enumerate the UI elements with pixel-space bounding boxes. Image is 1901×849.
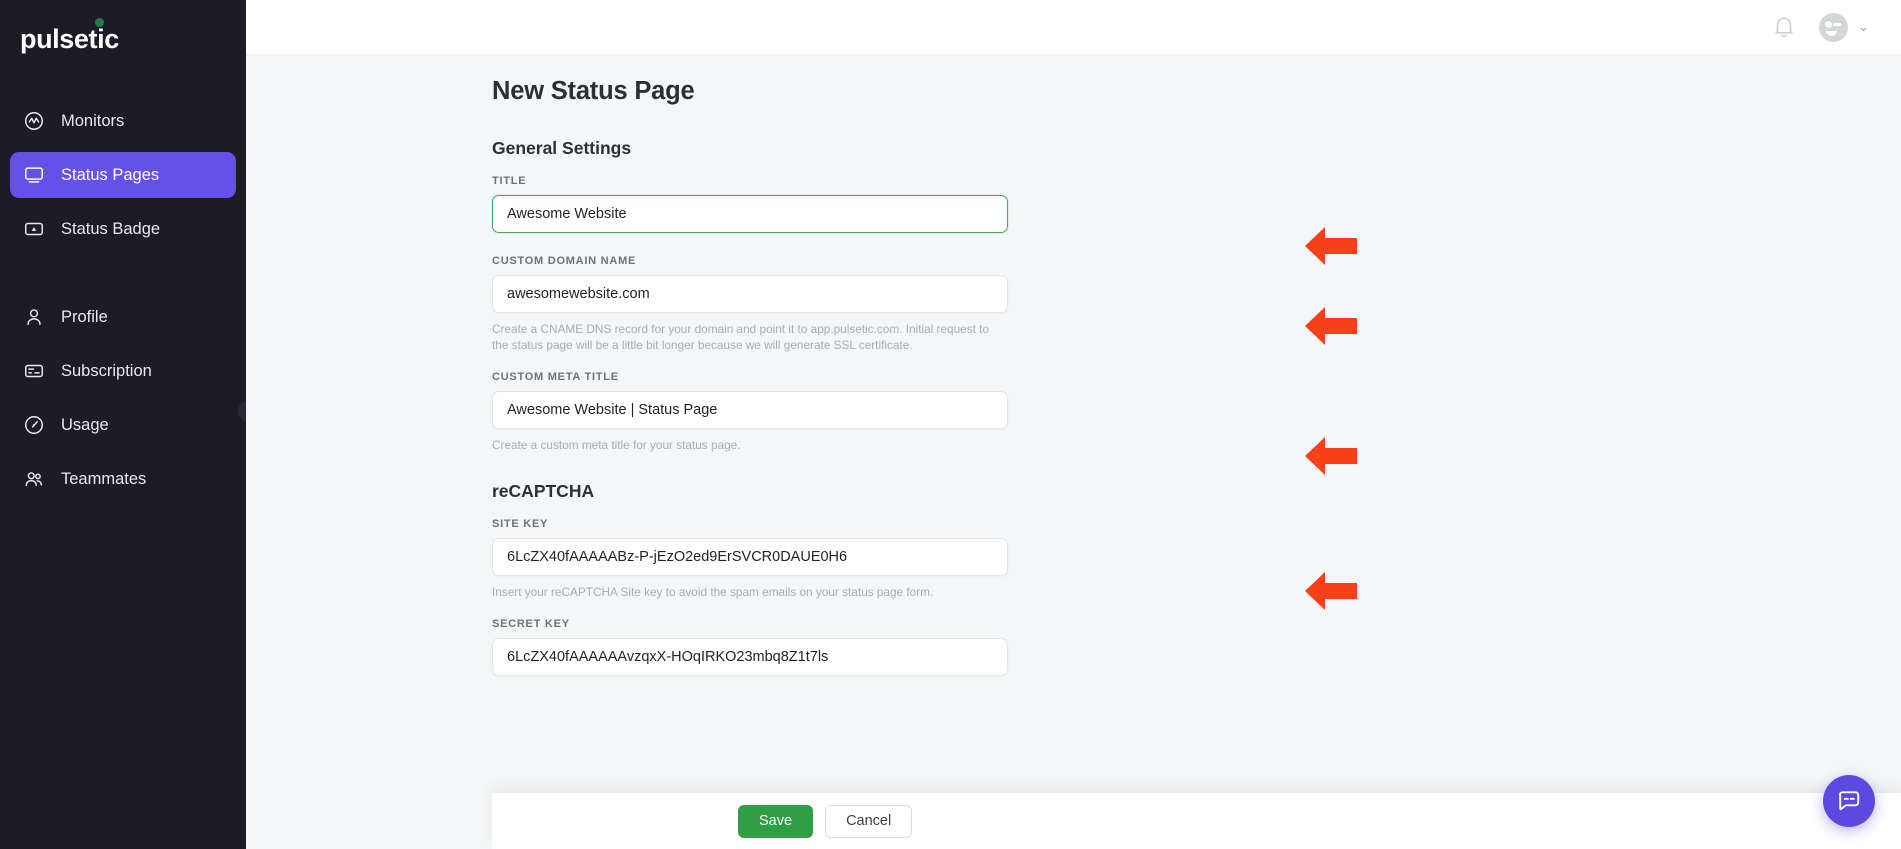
sidebar-item-status-pages[interactable]: Status Pages (10, 152, 236, 198)
field-custom-domain: CUSTOM DOMAIN NAME awesomewebsite.com Cr… (492, 255, 1008, 353)
avatar (1819, 12, 1849, 42)
account-menu[interactable]: ⌄ (1819, 12, 1869, 42)
chevron-down-icon: ⌄ (1858, 19, 1869, 34)
sidebar-item-status-badge[interactable]: Status Badge (10, 206, 236, 252)
sidebar-divider-space (10, 260, 236, 294)
sidebar-item-label: Status Pages (61, 165, 160, 184)
label-title: TITLE (492, 175, 527, 187)
cancel-button[interactable]: Cancel (825, 804, 913, 838)
label-custom-domain: CUSTOM DOMAIN NAME (492, 255, 637, 267)
secret-key-input[interactable]: 6LcZX40fAAAAAAvzqxX-HOqIRKO23mbq8Z1t7ls (492, 638, 1008, 676)
label-secret-key: SECRET KEY (492, 618, 570, 630)
field-title: TITLE Awesome Website (492, 175, 1008, 233)
label-site-key: SITE KEY (492, 518, 549, 530)
save-button[interactable]: Save (738, 804, 814, 838)
page-scroll-container[interactable]: New Status Page General Settings TITLE A… (246, 55, 1901, 849)
sidebar: pulsetic Monitors Status Pages Status Ba… (0, 0, 246, 849)
help-custom-domain: Create a CNAME DNS record for your domai… (492, 322, 990, 352)
status-page-icon (22, 163, 46, 187)
status-badge-icon (22, 217, 46, 241)
people-icon (22, 467, 46, 491)
sidebar-item-label: Subscription (61, 361, 152, 380)
field-custom-meta-title: CUSTOM META TITLE Awesome Website | Stat… (492, 371, 1008, 453)
sidebar-item-label: Usage (61, 415, 109, 434)
sidebar-item-label: Monitors (61, 111, 125, 130)
brand-name: pulsetic (20, 23, 119, 54)
gauge-icon (22, 413, 46, 437)
title-input[interactable]: Awesome Website (492, 195, 1008, 233)
brand-logo[interactable]: pulsetic (0, 0, 246, 60)
person-icon (22, 305, 46, 329)
credit-card-icon (22, 359, 46, 383)
site-key-input[interactable]: 6LcZX40fAAAAABz-P-jEzO2ed9ErSVCR0DAUE0H6 (492, 538, 1008, 576)
brand-dot-icon (95, 18, 104, 27)
chat-bubble-icon[interactable] (1823, 775, 1875, 827)
section-heading-recaptcha: reCAPTCHA (492, 481, 595, 501)
sidebar-item-monitors[interactable]: Monitors (10, 98, 236, 144)
sidebar-nav: Monitors Status Pages Status Badge Profi… (0, 98, 246, 502)
sidebar-item-label: Status Badge (61, 219, 161, 238)
form-action-bar: Save Cancel (492, 793, 1901, 849)
sidebar-item-label: Teammates (61, 469, 147, 488)
custom-meta-title-input[interactable]: Awesome Website | Status Page (492, 391, 1008, 429)
top-bar: ⌄ (246, 0, 1901, 55)
annotation-arrow-meta-title (1303, 433, 1359, 479)
help-custom-meta-title: Create a custom meta title for your stat… (492, 438, 741, 452)
status-page-form: New Status Page General Settings TITLE A… (492, 77, 1008, 818)
annotation-arrow-title (1303, 223, 1359, 269)
annotation-arrow-custom-domain (1303, 303, 1359, 349)
custom-domain-input[interactable]: awesomewebsite.com (492, 275, 1008, 313)
monitor-pulse-icon (22, 109, 46, 133)
bell-icon[interactable] (1771, 14, 1797, 40)
app-root: pulsetic Monitors Status Pages Status Ba… (0, 0, 1901, 849)
field-site-key: SITE KEY 6LcZX40fAAAAABz-P-jEzO2ed9ErSVC… (492, 518, 1008, 600)
help-site-key: Insert your reCAPTCHA Site key to avoid … (492, 585, 934, 599)
section-heading-general: General Settings (492, 138, 632, 158)
annotation-arrow-site-key (1303, 568, 1359, 614)
field-secret-key: SECRET KEY 6LcZX40fAAAAAAvzqxX-HOqIRKO23… (492, 618, 1008, 676)
page-title: New Status Page (492, 77, 695, 105)
sidebar-item-teammates[interactable]: Teammates (10, 456, 236, 502)
sidebar-item-profile[interactable]: Profile (10, 294, 236, 340)
sidebar-item-subscription[interactable]: Subscription (10, 348, 236, 394)
sidebar-item-label: Profile (61, 307, 108, 326)
page-body: New Status Page General Settings TITLE A… (246, 55, 1901, 818)
label-custom-meta-title: CUSTOM META TITLE (492, 371, 619, 383)
main-area: ⌄ New Status Page General Settings TITLE… (246, 0, 1901, 849)
sidebar-item-usage[interactable]: Usage (10, 402, 236, 448)
